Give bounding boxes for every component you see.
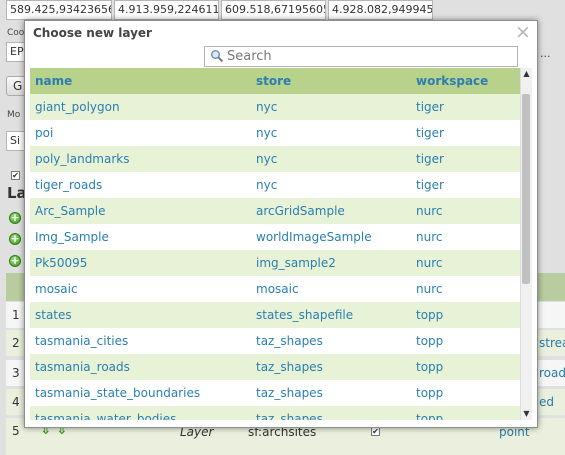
layer-store-cell: img_sample2: [256, 256, 336, 270]
close-icon[interactable]: ×: [515, 23, 531, 42]
mode-label: Mo: [7, 110, 21, 120]
layer-workspace-cell: nurc: [416, 204, 443, 218]
layer-name-cell: tasmania_cities: [35, 334, 129, 348]
add-icon[interactable]: +: [9, 233, 21, 245]
layer-name-cell: Arc_Sample: [35, 204, 106, 218]
scroll-up-icon[interactable]: ▲: [521, 68, 532, 80]
row-number: 4: [12, 395, 20, 409]
table-row[interactable]: tasmania_cities taz_shapes topp: [30, 328, 520, 354]
layer-store-cell: taz_shapes: [256, 334, 323, 348]
layer-workspace-cell: nurc: [416, 256, 443, 270]
layer-name-cell: Img_Sample: [35, 230, 109, 244]
layer-store-cell: nyc: [256, 126, 278, 140]
layer-workspace-cell: nurc: [416, 282, 443, 296]
table-row[interactable]: tiger_roads nyc tiger: [30, 172, 520, 198]
table-row[interactable]: mosaic mosaic nurc: [30, 276, 520, 302]
search-icon: [211, 50, 224, 63]
layer-name-cell: tasmania_water_bodies: [35, 412, 177, 420]
layer-store-cell: nyc: [256, 152, 278, 166]
bounding-box-fields: 589.425,93423656 4.913.959,2246118 609.5…: [6, 0, 435, 20]
scroll-down-icon[interactable]: ▼: [521, 408, 532, 420]
table-row[interactable]: Img_Sample worldImageSample nurc: [30, 224, 520, 250]
layer-store-cell: nyc: [256, 178, 278, 192]
row-number: 3: [12, 366, 20, 380]
layer-name-cell: giant_polygon: [35, 100, 120, 114]
table-header: name store workspace: [30, 68, 520, 94]
search-input[interactable]: [227, 47, 513, 66]
table-row[interactable]: Pk50095 img_sample2 nurc: [30, 250, 520, 276]
table-row[interactable]: tasmania_water_bodies taz_shapes topp: [30, 406, 520, 420]
add-icon[interactable]: +: [9, 255, 21, 267]
layer-name-cell: mosaic: [35, 282, 78, 296]
row-number: 2: [12, 336, 20, 350]
layer-workspace-cell: tiger: [416, 100, 444, 114]
layer-store-cell: taz_shapes: [256, 360, 323, 374]
bbox-maxx-field[interactable]: 609.518,67195605: [221, 0, 326, 20]
table-row[interactable]: tasmania_state_boundaries taz_shapes topp: [30, 380, 520, 406]
mode-select[interactable]: Si: [6, 131, 26, 151]
layer-workspace-cell: tiger: [416, 152, 444, 166]
layer-workspace-cell: nurc: [416, 230, 443, 244]
scrollbar-thumb[interactable]: [522, 94, 530, 284]
row-style: strea: [539, 336, 565, 350]
row-visible-checkbox[interactable]: ✔: [371, 427, 380, 436]
table-row[interactable]: poi nyc tiger: [30, 120, 520, 146]
layer-workspace-cell: tiger: [416, 126, 444, 140]
layer-store-cell: worldImageSample: [256, 230, 372, 244]
table-row[interactable]: Arc_Sample arcGridSample nurc: [30, 198, 520, 224]
layer-store-cell: nyc: [256, 100, 278, 114]
layers-table: name store workspace giant_polygon nyc tig…: [30, 68, 532, 420]
dialog-title: Choose new layer: [33, 26, 152, 40]
layer-workspace-cell: tiger: [416, 178, 444, 192]
layer-name-cell: tasmania_state_boundaries: [35, 386, 201, 400]
column-header-name[interactable]: name: [35, 74, 72, 88]
row-number: 1: [12, 308, 20, 322]
layer-store-cell: mosaic: [256, 282, 299, 296]
row-number: 5: [12, 424, 20, 438]
table-row[interactable]: tasmania_roads taz_shapes topp: [30, 354, 520, 380]
table-row[interactable]: giant_polygon nyc tiger: [30, 94, 520, 120]
table-body: giant_polygon nyc tiger poi nyc tiger poly_lan…: [30, 94, 520, 420]
layer-workspace-cell: topp: [416, 360, 444, 374]
table-row[interactable]: states states_shapefile topp: [30, 302, 520, 328]
layer-name-cell: tasmania_roads: [35, 360, 130, 374]
table-row[interactable]: poly_landmarks nyc tiger: [30, 146, 520, 172]
coordinate-label: Coo: [7, 28, 25, 38]
column-header-workspace[interactable]: workspace: [416, 74, 488, 88]
layer-store-cell: taz_shapes: [256, 386, 323, 400]
bbox-minx-field[interactable]: 589.425,93423656: [6, 0, 112, 20]
layer-store-cell: taz_shapes: [256, 412, 323, 420]
row-style: ed: [539, 395, 554, 409]
layer-store-cell: arcGridSample: [256, 204, 345, 218]
layer-name-cell: tiger_roads: [35, 178, 103, 192]
column-header-store[interactable]: store: [256, 74, 291, 88]
bbox-miny-field[interactable]: 4.913.959,2246118: [114, 0, 219, 20]
search-box[interactable]: [204, 46, 518, 67]
layers-checkbox[interactable]: ✔: [11, 171, 20, 180]
layer-workspace-cell: topp: [416, 386, 444, 400]
layer-workspace-cell: topp: [416, 412, 444, 420]
crs-more-link[interactable]: ...: [540, 47, 551, 60]
layer-workspace-cell: topp: [416, 334, 444, 348]
layer-name-cell: poi: [35, 126, 54, 140]
layer-name-cell: states: [35, 308, 72, 322]
layer-name-cell: poly_landmarks: [35, 152, 130, 166]
choose-layer-dialog: Choose new layer × name store workspace …: [24, 20, 538, 428]
layer-store-cell: states_shapefile: [256, 308, 354, 322]
add-icon[interactable]: +: [9, 212, 21, 224]
crs-field[interactable]: EP: [6, 42, 26, 62]
bbox-maxy-field[interactable]: 4.928.082,9499458: [328, 0, 433, 20]
layer-workspace-cell: topp: [416, 308, 444, 322]
vertical-scrollbar[interactable]: ▲ ▼: [520, 68, 532, 420]
row-style: road: [539, 366, 565, 380]
layer-name-cell: Pk50095: [35, 256, 88, 270]
